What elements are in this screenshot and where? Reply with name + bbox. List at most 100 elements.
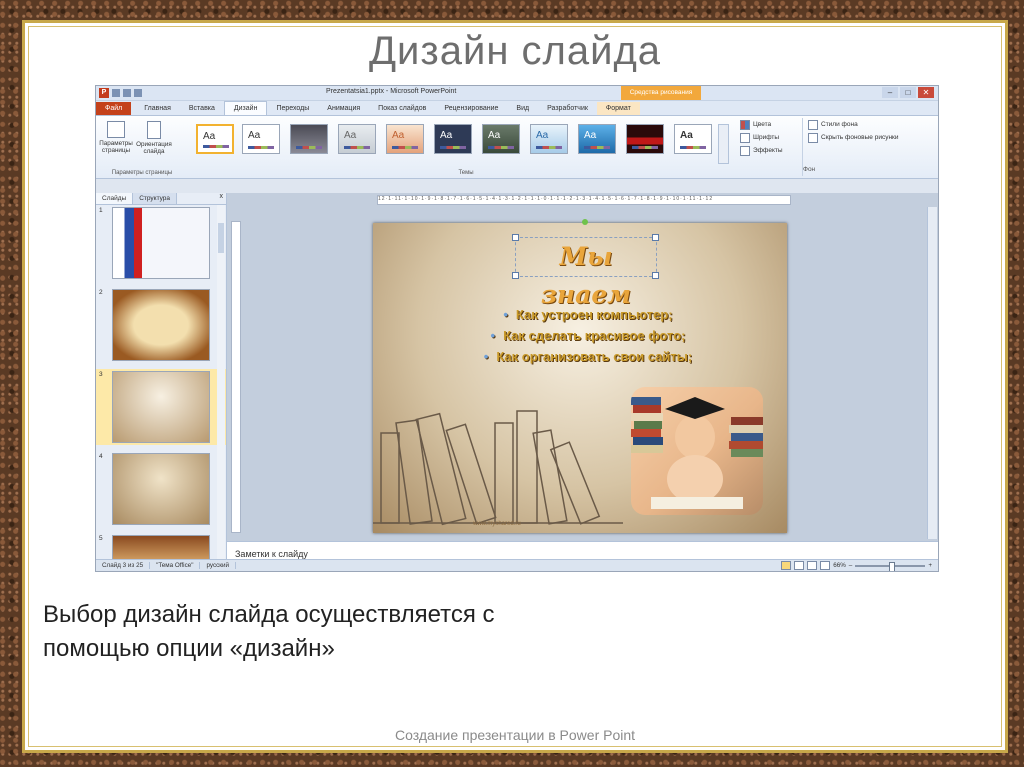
effects-icon: [740, 145, 750, 156]
resize-handle[interactable]: [512, 272, 519, 279]
current-slide[interactable]: Мы знаем • Как устроен компьютер; • Как сд…: [373, 219, 787, 533]
slide-number: 2: [99, 289, 103, 296]
bullet-list[interactable]: • Как устроен компьютер; • Как сделать кра…: [413, 307, 763, 370]
undo-icon[interactable]: [123, 89, 131, 97]
language[interactable]: русский: [200, 562, 237, 569]
theme-9[interactable]: Aa: [578, 124, 616, 154]
tab-slides[interactable]: Слайды: [96, 193, 134, 204]
colors-button[interactable]: Цвета: [740, 118, 796, 131]
page-setup-group: Параметры страницы Ориентация слайда Пар…: [98, 118, 186, 176]
status-bar: Слайд 3 из 25 "Тема Office" русский 66% …: [96, 559, 938, 571]
save-icon[interactable]: [112, 89, 120, 97]
powerpoint-icon: P: [99, 88, 109, 98]
theme-name: "Тема Office": [150, 562, 201, 569]
theme-5[interactable]: Aa: [386, 124, 424, 154]
title-bar: P Prezentatsia1.pptx - Microsoft PowerPo…: [96, 86, 938, 101]
themes-scroll[interactable]: [718, 124, 729, 164]
presentation-slide: Дизайн слайда P Prezentatsia1.pptx - Mic…: [22, 20, 1008, 753]
slides-pane: Слайды Структура x 1 2 3 4 5: [96, 193, 227, 567]
effects-button[interactable]: Эффекты: [740, 144, 796, 157]
slide-thumbnail-2[interactable]: 2: [96, 287, 226, 363]
slides-pane-tabs: Слайды Структура x: [96, 193, 226, 205]
background-styles-button[interactable]: Стили фона: [808, 118, 928, 131]
window-controls: – □ ✕: [882, 87, 934, 98]
orientation-button[interactable]: Ориентация слайда: [136, 118, 172, 155]
maximize-button[interactable]: □: [900, 87, 916, 98]
slide-number: 4: [99, 453, 103, 460]
slide-title: Дизайн слайда: [368, 29, 662, 73]
resize-handle[interactable]: [652, 272, 659, 279]
theme-11[interactable]: Aa: [674, 124, 712, 154]
checkbox-icon: [808, 132, 818, 143]
slideshow-icon[interactable]: [820, 561, 831, 570]
normal-view-icon[interactable]: [781, 561, 792, 570]
workspace: Слайды Структура x 1 2 3 4 5 12·1·11·1·1…: [96, 193, 938, 570]
theme-7[interactable]: Aa: [482, 124, 520, 154]
slide-thumbnail-4[interactable]: 4: [96, 451, 226, 527]
orientation-icon: [146, 121, 161, 139]
slide-counter: Слайд 3 из 25: [96, 562, 151, 569]
quick-access-toolbar: [112, 89, 142, 97]
page-setup-button[interactable]: Параметры страницы: [98, 118, 134, 154]
baby-graduate-photo: [631, 387, 763, 515]
page-setup-icon: [107, 121, 125, 138]
tab-transitions[interactable]: Переходы: [267, 102, 318, 115]
theme-2[interactable]: Aa: [242, 124, 280, 154]
theme-4[interactable]: Aa: [338, 124, 376, 154]
slides-pane-scrollbar[interactable]: [217, 205, 225, 560]
books-sketch-image: [373, 410, 623, 526]
tab-outline[interactable]: Структура: [133, 193, 178, 204]
caption-line: Выбор дизайн слайда осуществляется с: [43, 601, 495, 628]
theme-office[interactable]: Aa: [196, 124, 234, 154]
tab-view[interactable]: Вид: [507, 102, 538, 115]
background-styles-icon: [808, 119, 818, 130]
tab-file[interactable]: Файл: [96, 102, 132, 115]
bullet-item: • Как организовать свои сайты;: [483, 349, 693, 364]
fonts-button[interactable]: Шрифты: [740, 131, 796, 144]
powerpoint-screenshot: P Prezentatsia1.pptx - Microsoft PowerPo…: [95, 85, 939, 572]
reading-view-icon[interactable]: [807, 561, 818, 570]
slide-sorter-icon[interactable]: [794, 561, 805, 570]
image-credit: www.myshared.ru: [473, 521, 521, 527]
caption-line: помощью опции «дизайн»: [43, 635, 335, 662]
zoom-level[interactable]: 66%: [833, 562, 846, 569]
theme-3[interactable]: [290, 124, 328, 154]
view-zoom-controls: 66% – +: [781, 561, 938, 571]
tab-animation[interactable]: Анимация: [318, 102, 369, 115]
zoom-out-button[interactable]: –: [849, 562, 853, 569]
thumbnail-image: [112, 207, 210, 279]
tab-slideshow[interactable]: Показ слайдов: [369, 102, 435, 115]
thumbnail-image: [112, 453, 210, 525]
tab-review[interactable]: Рецензирование: [435, 102, 507, 115]
resize-handle[interactable]: [652, 234, 659, 241]
slide-thumbnail-1[interactable]: 1: [96, 205, 226, 281]
tab-developer[interactable]: Разработчик: [538, 102, 597, 115]
redo-icon[interactable]: [134, 89, 142, 97]
tab-format[interactable]: Формат: [596, 102, 640, 115]
editor-scrollbar[interactable]: [927, 207, 937, 539]
resize-handle[interactable]: [512, 234, 519, 241]
close-pane-icon[interactable]: x: [220, 193, 224, 204]
theme-6[interactable]: Aa: [434, 124, 472, 154]
slide-thumbnail-3[interactable]: 3: [96, 369, 226, 445]
tab-insert[interactable]: Вставка: [180, 102, 224, 115]
minimize-button[interactable]: –: [882, 87, 898, 98]
bullet-item: • Как сделать красивое фото;: [490, 328, 686, 343]
vertical-ruler: [231, 221, 241, 533]
slide-caption: Выбор дизайн слайда осуществляется с пом…: [43, 598, 643, 666]
rotation-handle[interactable]: [582, 219, 588, 225]
theme-10[interactable]: [626, 124, 664, 154]
notes-placeholder: Заметки к слайду: [235, 549, 308, 559]
hide-background-checkbox[interactable]: Скрыть фоновые рисунки: [808, 131, 928, 144]
theme-options-group: Цвета Шрифты Эффекты: [740, 118, 796, 176]
zoom-slider[interactable]: [855, 561, 926, 571]
theme-8[interactable]: Aa: [530, 124, 568, 154]
tab-home[interactable]: Главная: [135, 102, 180, 115]
zoom-in-button[interactable]: +: [928, 562, 932, 569]
background-group-label: Фон: [803, 166, 816, 173]
bullet-item: • Как устроен компьютер;: [503, 307, 673, 322]
tab-design[interactable]: Дизайн: [223, 101, 268, 115]
ribbon-tabs: Файл Главная Вставка Дизайн Переходы Ани…: [96, 101, 938, 115]
wordart-title[interactable]: Мы знаем: [515, 237, 657, 309]
close-button[interactable]: ✕: [918, 87, 934, 98]
